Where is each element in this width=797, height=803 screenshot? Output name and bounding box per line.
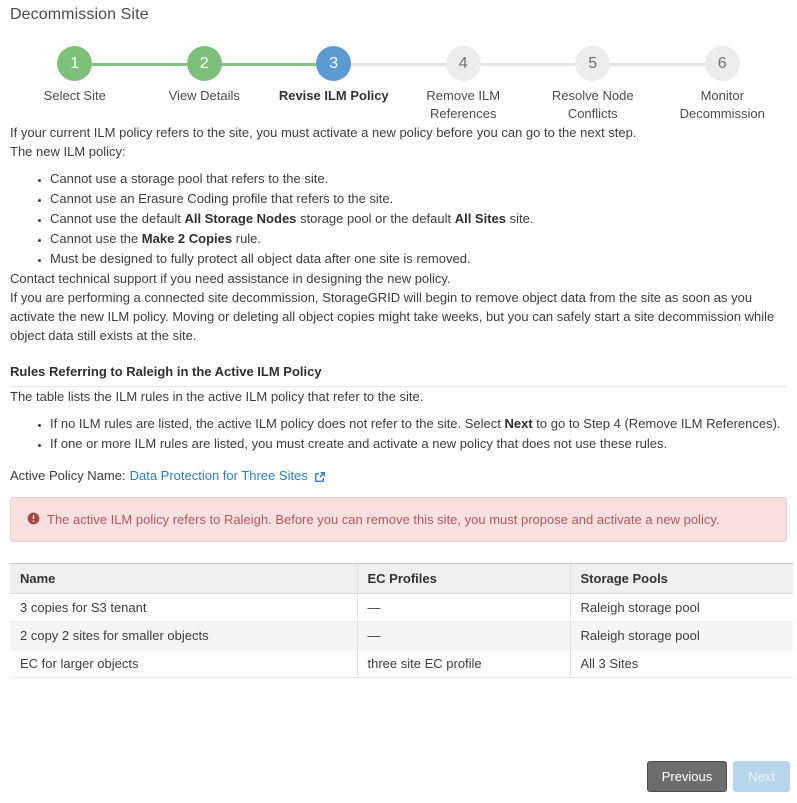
page-title: Decommission Site: [10, 6, 149, 23]
step-connector-right: [221, 63, 269, 66]
step-6-monitor-decommission[interactable]: 6 Monitor Decommission: [657, 46, 788, 123]
step-3-revise-ilm-policy[interactable]: 3 Revise ILM Policy: [269, 46, 399, 123]
step-number-badge: 1: [57, 46, 93, 81]
step-connector-left: [269, 63, 317, 66]
table-row[interactable]: 3 copies for S3 tenant — Raleigh storage…: [10, 593, 793, 622]
step-connector-left: [528, 63, 576, 66]
intro-paragraph-1: If your current ILM policy refers to the…: [10, 125, 637, 140]
step-label: View Details: [168, 88, 240, 103]
step-connector-right: [480, 63, 528, 66]
cell-rule-name: 3 copies for S3 tenant: [10, 593, 357, 622]
active-policy-link[interactable]: Data Protection for Three Sites: [130, 468, 308, 483]
table-header-row: Name EC Profiles Storage Pools: [10, 563, 793, 594]
intro-paragraph-4: If you are performing a connected site d…: [10, 290, 775, 343]
requirement-text: Cannot use the: [50, 231, 142, 246]
requirement-emphasis: Make 2 Copies: [141, 231, 233, 246]
cell-storage-pools: Raleigh storage pool: [569, 621, 793, 650]
step-connector-left: [657, 63, 706, 66]
wizard-footer: Previous Next: [646, 761, 790, 792]
guidance-text: If one or more ILM rules are listed, you…: [50, 436, 668, 451]
requirement-text: Cannot use a storage pool that refers to…: [50, 171, 329, 186]
step-number-badge: 4: [445, 46, 481, 81]
step-1-select-site[interactable]: 1 Select Site: [10, 46, 140, 123]
step-connector-left: [398, 63, 447, 66]
requirement-text: Must be designed to fully protect all ob…: [50, 251, 471, 266]
step-number-badge: 6: [704, 46, 740, 81]
error-circle-icon: [27, 512, 40, 525]
list-item: Cannot use an Erasure Coding profile tha…: [50, 189, 787, 208]
intro-paragraph-3: Contact technical support if you need as…: [10, 271, 451, 286]
list-item: If no ILM rules are listed, the active I…: [50, 414, 787, 433]
decommission-site-page: Decommission Site 1 Select Site 2 View D…: [0, 0, 797, 803]
rules-guidance-list: If no ILM rules are listed, the active I…: [10, 414, 787, 453]
requirement-text: Cannot use the default: [50, 211, 185, 226]
step-label: Resolve Node Conflicts: [551, 88, 634, 121]
step-connector-right: [350, 63, 399, 66]
main-content: If your current ILM policy refers to the…: [7, 123, 793, 678]
next-button[interactable]: Next: [733, 761, 790, 792]
list-item: Cannot use the Make 2 Copies rule.: [50, 229, 787, 248]
external-link-icon[interactable]: [314, 471, 326, 483]
column-header-storage-pools[interactable]: Storage Pools: [569, 563, 793, 594]
requirement-emphasis: All Storage Nodes: [184, 211, 297, 226]
step-5-resolve-node-conflicts[interactable]: 5 Resolve Node Conflicts: [528, 46, 658, 123]
step-label: Revise ILM Policy: [278, 88, 389, 103]
guidance-text-post: to go to Step 4 (Remove ILM References).: [532, 416, 781, 431]
active-policy-row: Active Policy Name: Data Protection for …: [10, 468, 787, 483]
ilm-rules-table: Name EC Profiles Storage Pools 3 copies …: [10, 563, 793, 678]
alert-message: The active ILM policy refers to Raleigh.…: [47, 512, 720, 527]
table-row[interactable]: EC for larger objects three site EC prof…: [10, 649, 793, 678]
cell-ec-profiles: —: [356, 621, 570, 650]
step-label: Remove ILM References: [426, 88, 501, 121]
cell-storage-pools: All 3 Sites: [569, 649, 793, 678]
list-item: Cannot use a storage pool that refers to…: [50, 169, 787, 188]
list-item: Cannot use the default All Storage Nodes…: [50, 209, 787, 228]
guidance-emphasis: Next: [504, 416, 533, 431]
step-connector-right: [609, 63, 658, 66]
list-item: Must be designed to fully protect all ob…: [50, 249, 787, 268]
step-number-badge: 5: [575, 46, 611, 81]
step-label: Select Site: [43, 88, 106, 103]
requirement-text-post: rule.: [232, 231, 262, 246]
step-number-badge: 3: [316, 46, 352, 81]
rules-section-heading: Rules Referring to Raleigh in the Active…: [10, 364, 322, 379]
cell-ec-profiles: three site EC profile: [356, 649, 570, 678]
step-label: Monitor Decommission: [679, 88, 765, 121]
requirement-text: Cannot use an Erasure Coding profile tha…: [50, 191, 394, 206]
requirement-text-mid: storage pool or the default: [296, 211, 455, 226]
new-policy-requirements-list: Cannot use a storage pool that refers to…: [10, 169, 787, 268]
table-row[interactable]: 2 copy 2 sites for smaller objects — Ral…: [10, 621, 793, 650]
step-4-remove-ilm-references[interactable]: 4 Remove ILM References: [398, 46, 528, 123]
guidance-text: If no ILM rules are listed, the active I…: [50, 416, 505, 431]
requirement-text-post: site.: [505, 211, 534, 226]
active-policy-alert: The active ILM policy refers to Raleigh.…: [10, 497, 787, 542]
requirement-emphasis-2: All Sites: [454, 211, 506, 226]
rules-section-paragraph: The table lists the ILM rules in the act…: [10, 389, 424, 404]
cell-ec-profiles: —: [356, 593, 570, 622]
step-connector-right: [91, 63, 140, 66]
list-item: If one or more ILM rules are listed, you…: [50, 434, 787, 453]
active-policy-label: Active Policy Name:: [10, 468, 126, 483]
column-header-ec-profiles[interactable]: EC Profiles: [356, 563, 570, 594]
cell-rule-name: 2 copy 2 sites for smaller objects: [10, 621, 357, 650]
step-2-view-details[interactable]: 2 View Details: [139, 46, 269, 123]
column-header-name[interactable]: Name: [10, 563, 357, 594]
cell-storage-pools: Raleigh storage pool: [569, 593, 793, 622]
step-connector-left: [139, 63, 188, 66]
step-number-badge: 2: [186, 46, 222, 81]
previous-button[interactable]: Previous: [646, 761, 728, 792]
cell-rule-name: EC for larger objects: [10, 649, 357, 678]
decommission-stepper: 1 Select Site 2 View Details 3 Revise IL…: [7, 46, 790, 123]
intro-paragraph-2: The new ILM policy:: [10, 144, 126, 159]
